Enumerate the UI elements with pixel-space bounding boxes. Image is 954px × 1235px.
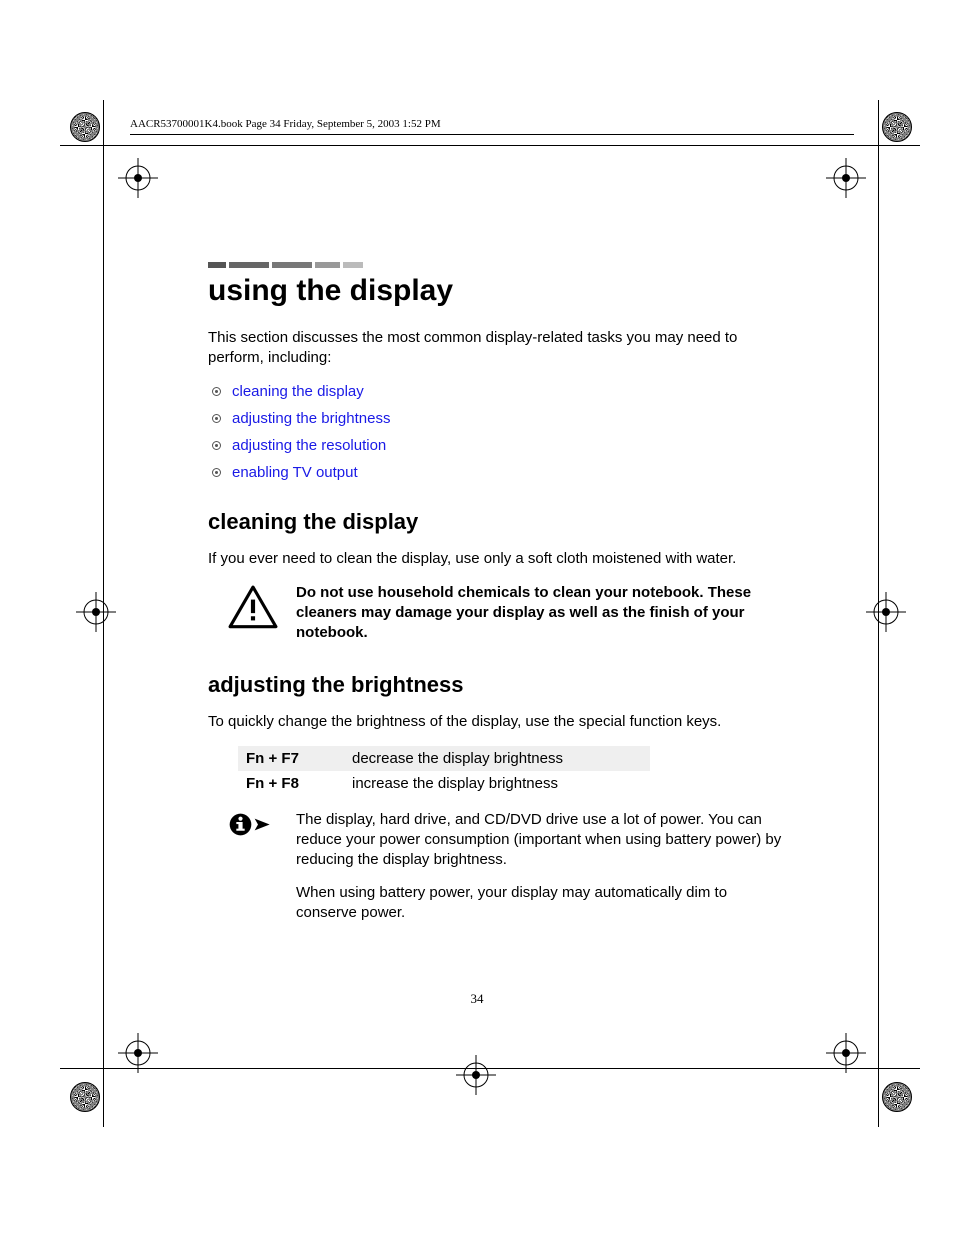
info-icon [228,810,278,937]
registration-mark-icon [456,1055,496,1095]
corner-mark-icon [882,112,912,142]
note-dim: When using battery power, your display m… [296,883,788,924]
corner-mark-icon [882,1082,912,1112]
warning-icon [228,583,278,644]
page-number: 34 [0,991,954,1007]
table-row: Fn + F8 increase the display brightness [238,771,650,796]
frame-line [60,145,920,146]
brightness-body: To quickly change the brightness of the … [208,712,788,732]
corner-mark-icon [70,1082,100,1112]
corner-mark-icon [70,112,100,142]
main-content: using the display This section discusses… [208,258,788,947]
link-cleaning[interactable]: cleaning the display [232,383,788,400]
warning-callout: Do not use household chemicals to clean … [228,583,788,644]
frame-line [103,100,104,1127]
decorative-bars [208,258,788,268]
topic-links: cleaning the display adjusting the brigh… [208,383,788,481]
brightness-keys-table: Fn + F7 decrease the display brightness … [238,746,650,796]
running-header: AACR53700001K4.book Page 34 Friday, Sept… [130,118,441,130]
page-title: using the display [208,274,788,308]
registration-mark-icon [826,1033,866,1073]
link-tv-output[interactable]: enabling TV output [232,464,788,481]
note-power: The display, hard drive, and CD/DVD driv… [296,810,788,871]
registration-mark-icon [118,158,158,198]
heading-cleaning: cleaning the display [208,509,788,535]
link-brightness[interactable]: adjusting the brightness [232,410,788,427]
heading-brightness: adjusting the brightness [208,672,788,698]
key-combo: Fn + F7 [238,746,344,771]
key-desc: increase the display brightness [344,771,650,796]
cleaning-body: If you ever need to clean the display, u… [208,549,788,569]
key-desc: decrease the display brightness [344,746,650,771]
link-resolution[interactable]: adjusting the resolution [232,437,788,454]
warning-text: Do not use household chemicals to clean … [296,583,788,644]
frame-line [878,100,879,1127]
registration-mark-icon [76,592,116,632]
key-combo: Fn + F8 [238,771,344,796]
registration-mark-icon [826,158,866,198]
registration-mark-icon [118,1033,158,1073]
intro-paragraph: This section discusses the most common d… [208,328,788,369]
registration-mark-icon [866,592,906,632]
header-rule [130,134,854,135]
info-callout: The display, hard drive, and CD/DVD driv… [228,810,788,937]
frame-line [60,1068,920,1069]
table-row: Fn + F7 decrease the display brightness [238,746,650,771]
info-text: The display, hard drive, and CD/DVD driv… [296,810,788,937]
